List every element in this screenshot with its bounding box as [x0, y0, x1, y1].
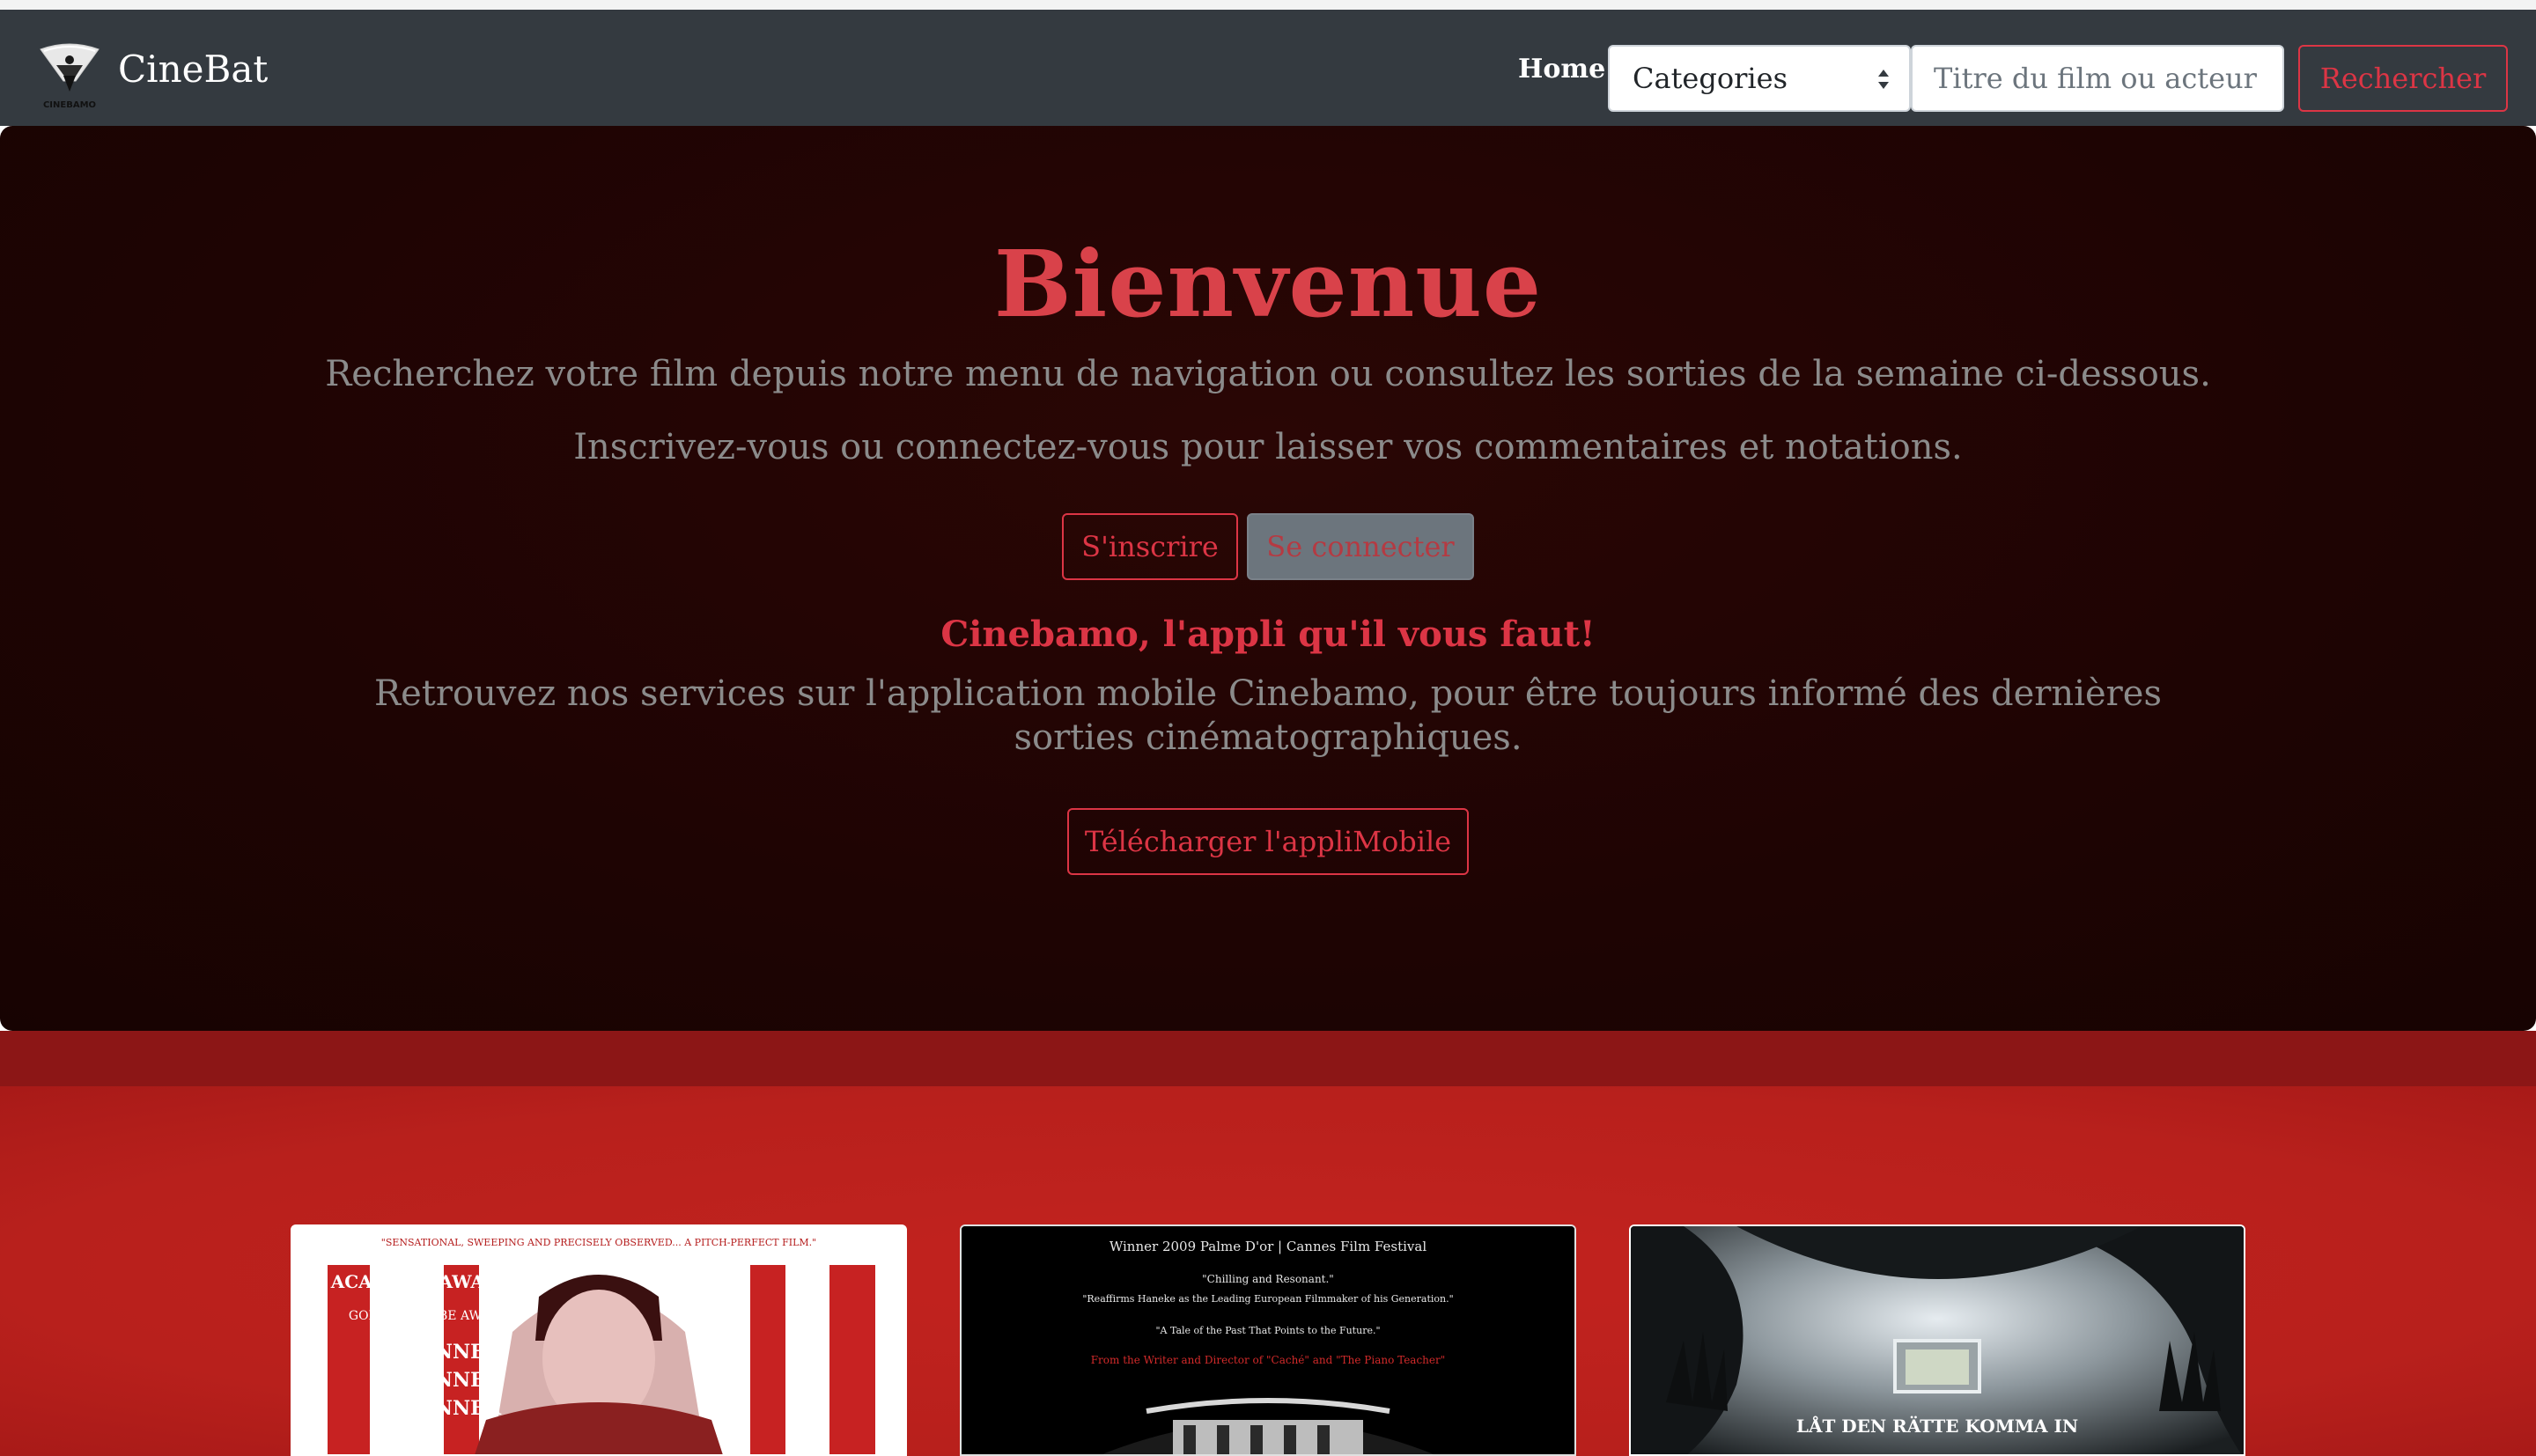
categories-select[interactable]: Categories [1608, 45, 1911, 112]
navbar: CINEBAMO CineBat Home Categories Recherc… [0, 10, 2536, 126]
download-app-button[interactable]: Télécharger l'appliMobile [1067, 808, 1469, 875]
search-input[interactable] [1911, 45, 2284, 112]
poster-image: "SENSATIONAL, SWEEPING AND PRECISELY OBS… [292, 1226, 905, 1454]
welcome-jumbotron: Bienvenue Recherchez votre film depuis n… [0, 126, 2536, 1031]
poster-winner: WINNER [403, 1341, 502, 1364]
app-promo-title: Cinebamo, l'appli qu'il vous faut! [940, 614, 1596, 655]
movie-poster-card[interactable]: Winner 2009 Palme D'or | Cannes Film Fes… [960, 1224, 1576, 1456]
select-arrows-icon [1878, 70, 1889, 89]
logo-text: CINEBAMO [43, 100, 96, 110]
poster-festival: Winner 2009 Palme D'or | Cannes Film Fes… [1110, 1239, 1426, 1254]
browser-top-strip [0, 0, 2536, 10]
poster-credit: From the Writer and Director of "Caché" … [1091, 1354, 1446, 1366]
poster-title: LÅT DEN RÄTTE KOMMA IN [1796, 1416, 2078, 1437]
poster-quote3: "A Tale of the Past That Points to the F… [1155, 1325, 1380, 1336]
movie-poster-card[interactable]: "SENSATIONAL, SWEEPING AND PRECISELY OBS… [291, 1224, 907, 1456]
poster-winner: WINNER [403, 1397, 502, 1420]
cinebamo-logo: CINEBAMO [40, 43, 100, 110]
movie-poster-card[interactable]: LÅT DEN RÄTTE KOMMA IN [1629, 1224, 2245, 1456]
page-title: Bienvenue [993, 230, 1543, 338]
hero-lead-search: Recherchez votre film depuis notre menu … [325, 354, 2211, 394]
poster-image: LÅT DEN RÄTTE KOMMA IN [1631, 1226, 2244, 1454]
poster-quote1: "Chilling and Resonant." [1202, 1273, 1334, 1285]
nav-home-link[interactable]: Home [1518, 54, 1605, 85]
hero-lead-signup: Inscrivez-vous ou connectez-vous pour la… [573, 427, 1963, 467]
poster-nominated: ACADEMY AWARDS [330, 1271, 527, 1292]
poster-winner: WINNER [403, 1369, 502, 1392]
categories-select-value: Categories [1633, 62, 1788, 95]
app-promo-text: Retrouvez nos services sur l'application… [374, 673, 2162, 758]
login-button[interactable]: Se connecter [1247, 513, 1474, 580]
section-divider [0, 1031, 2536, 1086]
poster-tagline: "SENSATIONAL, SWEEPING AND PRECISELY OBS… [381, 1237, 816, 1248]
brand-name: CineBat [118, 48, 269, 91]
search-button[interactable]: Rechercher [2298, 45, 2508, 112]
poster-image: Winner 2009 Palme D'or | Cannes Film Fes… [962, 1226, 1574, 1454]
brand[interactable]: CINEBAMO CineBat [35, 36, 268, 115]
poster-quote2: "Reaffirms Haneke as the Leading Europea… [1082, 1293, 1453, 1305]
signup-button[interactable]: S'inscrire [1062, 513, 1238, 580]
poster-award2: GOLDEN GLOBE AWARD [349, 1309, 509, 1323]
